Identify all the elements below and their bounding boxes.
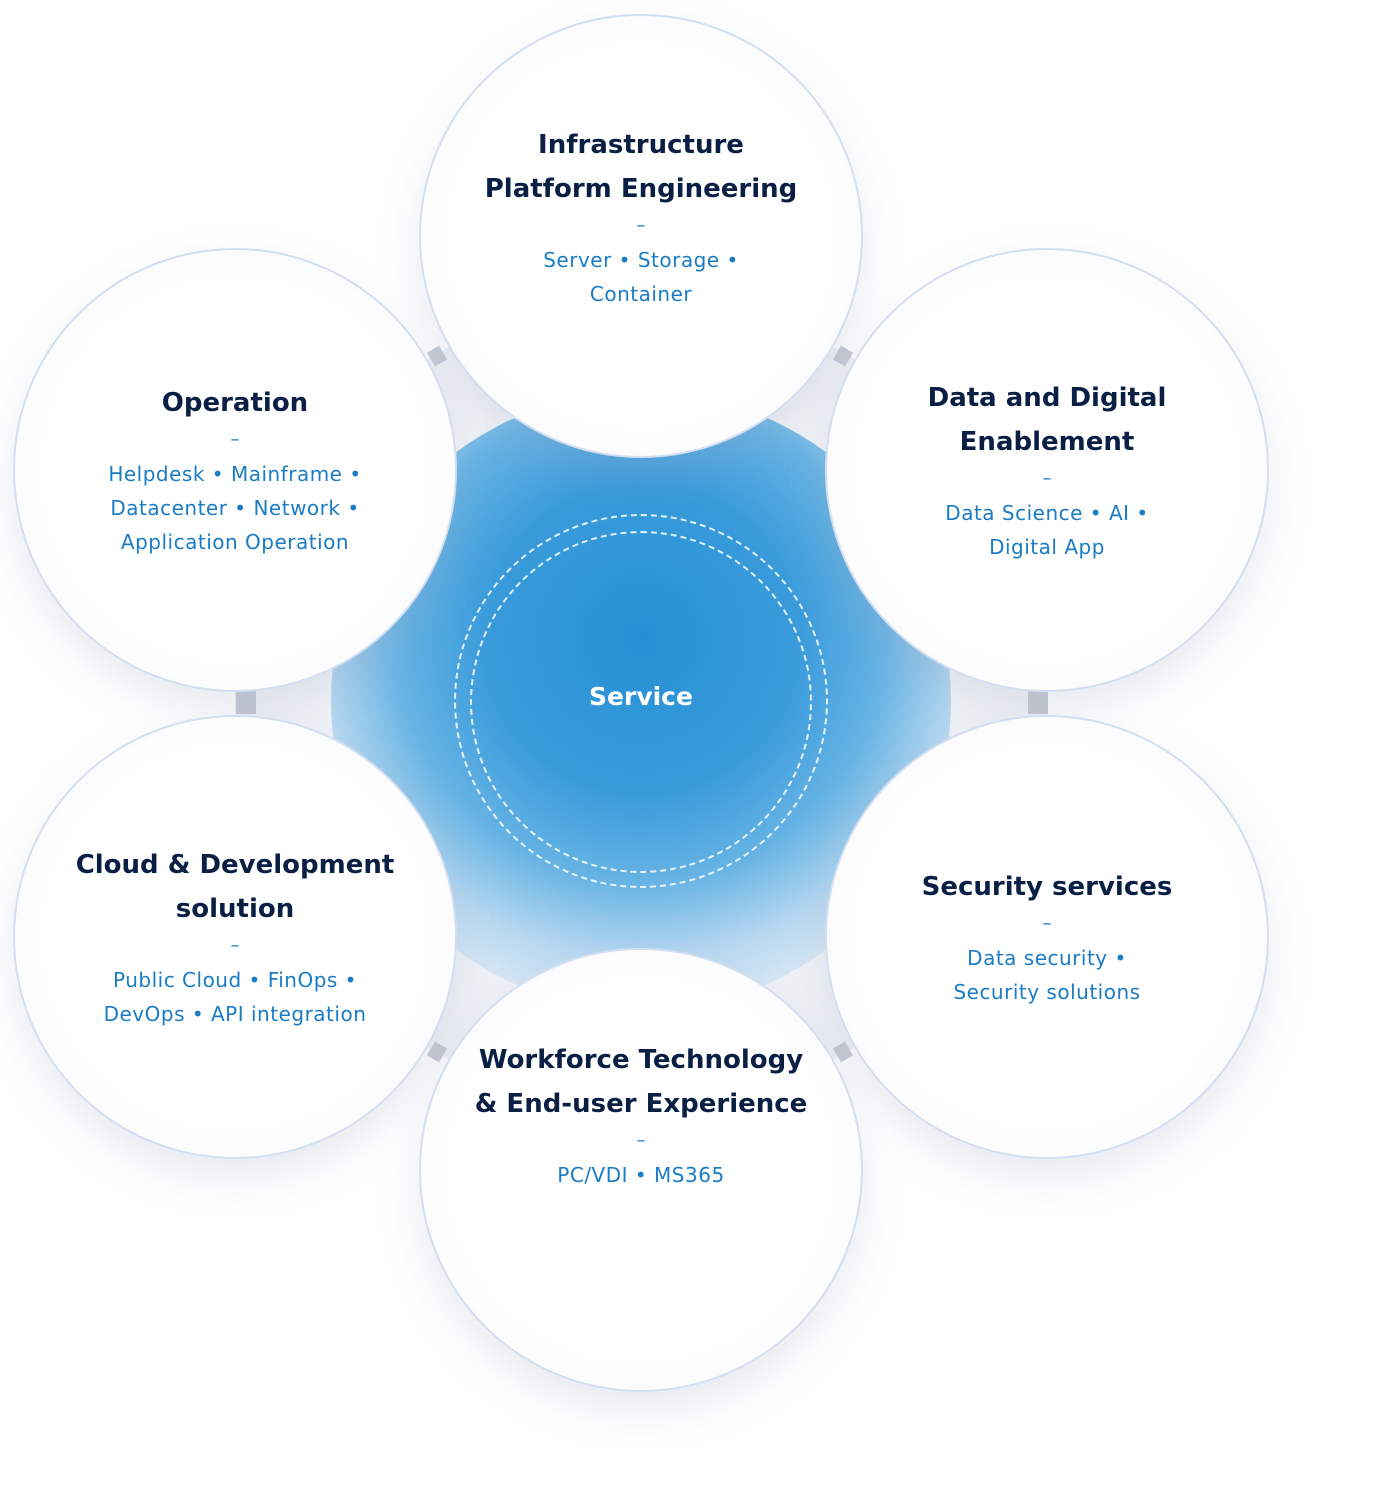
- item-line: Data security •: [967, 946, 1127, 970]
- service-title: Cloud & Development solution: [76, 843, 395, 931]
- title-line: Security services: [921, 872, 1173, 902]
- service-items: Data Science • AI • Digital App: [928, 496, 1167, 564]
- separator-dash: –: [230, 935, 240, 956]
- title-line: Data and Digital: [927, 383, 1167, 413]
- service-title: Infrastructure Platform Engineering: [485, 123, 798, 211]
- service-title: Data and Digital Enablement: [928, 376, 1167, 464]
- service-title: Security services: [922, 865, 1173, 909]
- separator-dash: –: [1042, 468, 1052, 489]
- item-line: PC/VDI • MS365: [557, 1163, 725, 1187]
- service-title: Operation: [108, 381, 361, 425]
- service-items: Helpdesk • Mainframe • Datacenter • Netw…: [108, 457, 361, 559]
- service-bubble-cloud-dev: Cloud & Development solution – Public Cl…: [13, 715, 457, 1159]
- item-line: DevOps • API integration: [103, 1002, 367, 1026]
- separator-dash: –: [636, 1130, 646, 1151]
- title-line: & End-user Experience: [474, 1089, 808, 1119]
- service-bubble-operation: Operation – Helpdesk • Mainframe • Datac…: [13, 248, 457, 692]
- service-items: Public Cloud • FinOps • DevOps • API int…: [76, 963, 395, 1031]
- item-line: Container: [589, 282, 693, 306]
- title-line: Operation: [161, 388, 309, 418]
- item-line: Helpdesk • Mainframe •: [108, 462, 362, 486]
- service-bubble-workforce: Workforce Technology & End-user Experien…: [419, 948, 863, 1392]
- title-line: Enablement: [959, 427, 1135, 457]
- separator-dash: –: [1042, 913, 1052, 934]
- service-items: Server • Storage • Container: [485, 243, 798, 311]
- item-line: Public Cloud • FinOps •: [113, 968, 357, 992]
- title-line: Infrastructure: [538, 130, 744, 160]
- service-bubble-security: Security services – Data security • Secu…: [825, 715, 1269, 1159]
- item-line: Security solutions: [953, 980, 1141, 1004]
- title-line: Cloud & Development: [75, 850, 395, 880]
- service-bubble-data-digital: Data and Digital Enablement – Data Scien…: [825, 248, 1269, 692]
- item-line: Application Operation: [120, 530, 350, 554]
- title-line: Workforce Technology: [478, 1045, 804, 1075]
- service-bubble-infrastructure: Infrastructure Platform Engineering – Se…: [419, 14, 863, 458]
- service-items: PC/VDI • MS365: [475, 1158, 808, 1192]
- item-line: Datacenter • Network •: [110, 496, 360, 520]
- separator-dash: –: [230, 429, 240, 450]
- separator-dash: –: [636, 215, 646, 236]
- title-line: Platform Engineering: [484, 174, 798, 204]
- item-line: Data Science • AI •: [945, 501, 1149, 525]
- title-line: solution: [175, 894, 295, 924]
- item-line: Server • Storage •: [543, 248, 739, 272]
- service-title: Workforce Technology & End-user Experien…: [475, 1038, 808, 1126]
- service-diagram: Service Infrastructure Platform Engineer…: [0, 0, 1380, 1505]
- center-service-label: Service: [589, 682, 693, 711]
- item-line: Digital App: [989, 535, 1105, 559]
- service-items: Data security • Security solutions: [922, 941, 1173, 1009]
